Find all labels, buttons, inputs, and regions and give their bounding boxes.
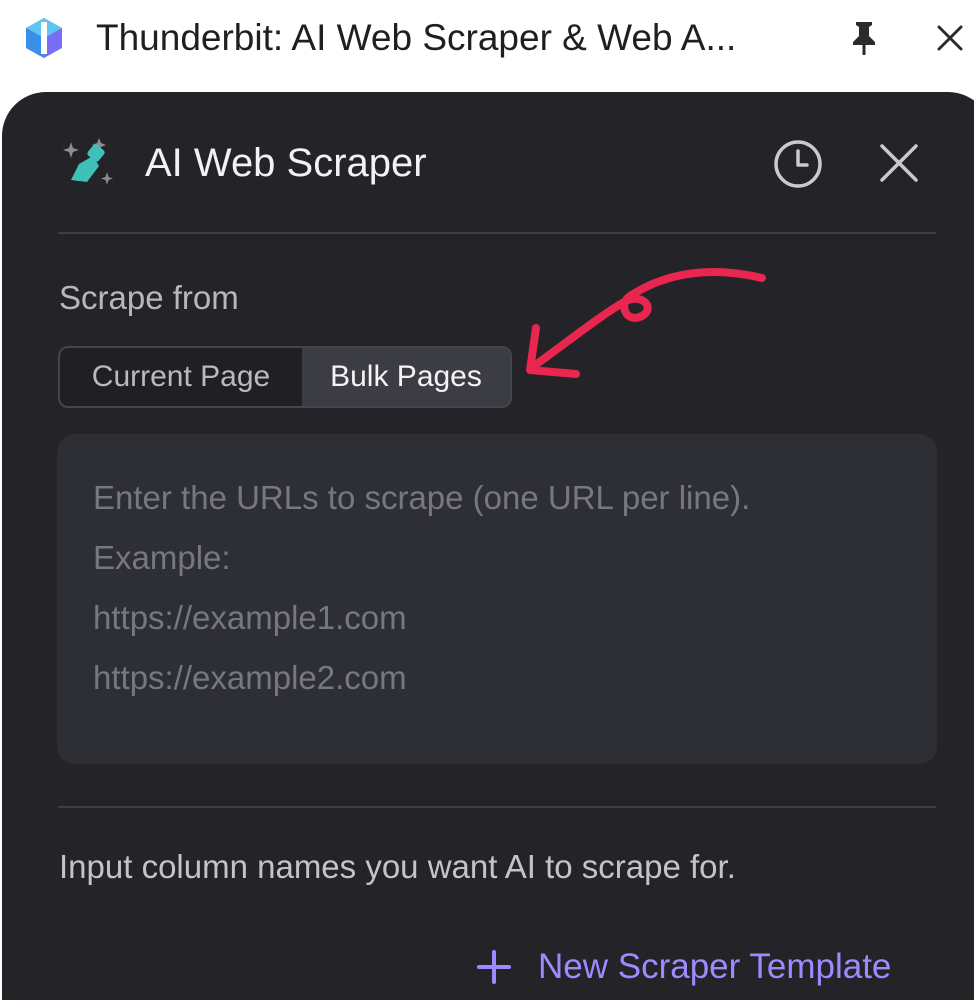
- url-placeholder-line-4: https://example2.com: [93, 659, 407, 696]
- bulk-pages-option[interactable]: Bulk Pages: [302, 348, 510, 406]
- sparkle-brush-icon: [63, 138, 113, 185]
- panel-header: AI Web Scraper: [2, 92, 974, 234]
- url-placeholder-line-2: Example:: [93, 539, 231, 576]
- scraper-panel: AI Web Scraper Scrape from Current Page …: [2, 92, 974, 1000]
- url-input[interactable]: Enter the URLs to scrape (one URL per li…: [57, 434, 937, 764]
- extension-title-bar: Thunderbit: AI Web Scraper & Web A...: [0, 0, 974, 78]
- plus-icon: [477, 950, 511, 984]
- thunderbit-logo-icon: [26, 18, 62, 58]
- new-scraper-template-label: New Scraper Template: [538, 947, 892, 986]
- current-page-option[interactable]: Current Page: [60, 348, 302, 406]
- scrape-source-toggle: Current Page Bulk Pages: [58, 346, 512, 408]
- url-placeholder-line-3: https://example1.com: [93, 599, 407, 636]
- extension-title: Thunderbit: AI Web Scraper & Web A...: [96, 17, 737, 58]
- new-scraper-template-button[interactable]: New Scraper Template: [476, 942, 891, 992]
- scrape-from-label: Scrape from: [59, 279, 239, 316]
- url-placeholder-line-1: Enter the URLs to scrape (one URL per li…: [93, 479, 751, 516]
- close-icon[interactable]: [878, 142, 920, 184]
- pin-icon[interactable]: [848, 20, 880, 56]
- columns-hint: Input column names you want AI to scrape…: [59, 848, 736, 885]
- close-icon[interactable]: [934, 22, 966, 54]
- annotation-arrow: [526, 268, 766, 378]
- header-divider: [58, 232, 936, 234]
- clock-icon[interactable]: [772, 138, 824, 190]
- panel-title: AI Web Scraper: [145, 141, 427, 185]
- section-divider: [58, 806, 936, 808]
- screen: Thunderbit: AI Web Scraper & Web A... AI…: [0, 0, 974, 1000]
